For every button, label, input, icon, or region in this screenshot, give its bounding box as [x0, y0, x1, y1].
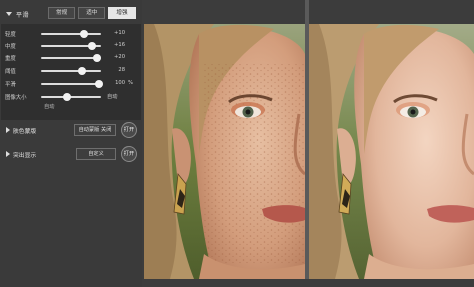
image-viewer	[142, 0, 474, 287]
slider-knob[interactable]	[88, 42, 96, 50]
slider-group: 轻度 +10 中度 +16 重度 +20 阈值 28 平滑 100 % 图像大小…	[1, 24, 141, 120]
slider-row-heavy: 重度 +20	[1, 52, 141, 63]
mode-strong-button[interactable]: 增强	[108, 7, 136, 19]
slider-label: 阈值	[5, 69, 16, 75]
smoothing-section-title: 平滑	[16, 11, 30, 19]
slider-label: 轻度	[5, 32, 16, 38]
slider-track[interactable]	[41, 67, 101, 75]
slider-knob[interactable]	[92, 54, 101, 62]
skin-mask-label: 肤色蒙版	[13, 129, 37, 135]
highlight-row: 突出显示 自定义 打开	[0, 145, 142, 163]
slider-value: 28	[118, 67, 125, 73]
expand-triangle-icon[interactable]	[6, 151, 10, 157]
slider-track[interactable]	[41, 80, 104, 88]
slider-label: 平滑	[5, 82, 16, 88]
viewer-bottom-bar	[142, 279, 474, 287]
slider-value: +20	[114, 54, 125, 60]
before-photo[interactable]	[144, 24, 305, 279]
slider-track[interactable]	[41, 93, 101, 101]
slider-track[interactable]	[41, 54, 101, 62]
slider-row-light: 轻度 +10	[1, 28, 141, 39]
slider-value: +16	[114, 42, 125, 48]
slider-row-medium: 中度 +16	[1, 40, 141, 51]
slider-label: 图像大小	[5, 95, 27, 101]
slider-value: +10	[114, 30, 125, 36]
slider-label: 中度	[5, 44, 16, 50]
image-size-auto-right: 自动	[107, 94, 118, 100]
slider-knob[interactable]	[62, 93, 71, 101]
before-portrait-image	[144, 24, 305, 279]
slider-knob[interactable]	[80, 30, 89, 38]
mode-segmented-control: 常规 适中 增强	[48, 7, 136, 19]
after-portrait-image	[309, 24, 474, 279]
skin-mask-select[interactable]: 自动蒙版 关闭	[74, 124, 116, 136]
slider-knob[interactable]	[95, 80, 104, 88]
settings-panel: 平滑 常规 适中 增强 轻度 +10 中度 +16 重度 +20 阈值 28 平…	[0, 0, 142, 287]
slider-knob[interactable]	[77, 67, 86, 75]
slider-value: 100	[115, 80, 125, 86]
highlight-select[interactable]: 自定义	[76, 148, 116, 160]
highlight-label: 突出显示	[13, 153, 37, 159]
expand-triangle-icon[interactable]	[6, 127, 10, 133]
collapse-triangle-icon[interactable]	[6, 12, 12, 16]
skin-mask-row: 肤色蒙版 自动蒙版 关闭 打开	[0, 121, 142, 139]
highlight-open-button[interactable]: 打开	[121, 146, 137, 162]
mode-medium-button[interactable]: 适中	[78, 7, 106, 19]
image-size-sub-row: 自动	[1, 101, 141, 112]
skin-mask-open-button[interactable]: 打开	[121, 122, 137, 138]
slider-label: 重度	[5, 56, 16, 62]
mode-normal-button[interactable]: 常规	[48, 7, 76, 19]
image-size-auto-left: 自动	[44, 104, 55, 110]
slider-row-threshold: 阈值 28	[1, 65, 141, 76]
after-photo[interactable]	[309, 24, 474, 279]
slider-unit: %	[128, 80, 133, 86]
slider-row-smoothing: 平滑 100 %	[1, 78, 141, 89]
slider-track[interactable]	[41, 30, 101, 38]
slider-track[interactable]	[41, 42, 101, 50]
